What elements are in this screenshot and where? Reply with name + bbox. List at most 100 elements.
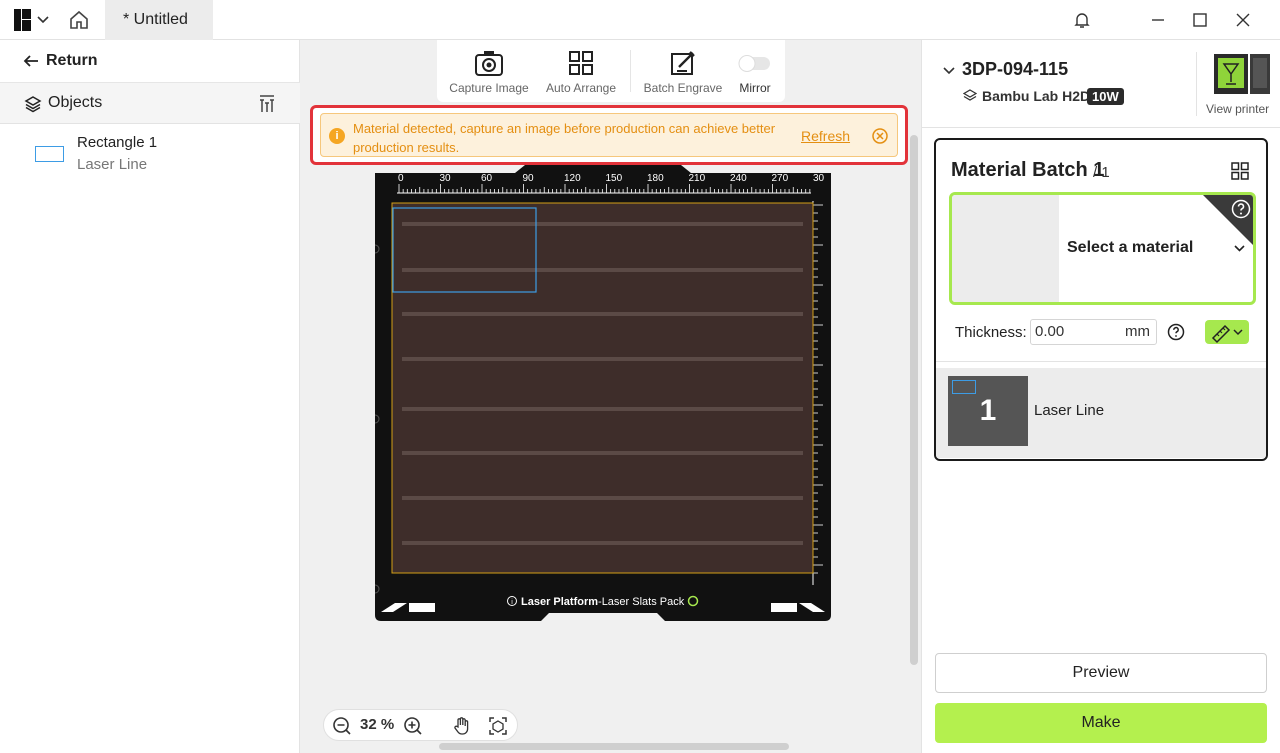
batch-object-row[interactable]: 1 Laser Line [936, 368, 1266, 458]
production-panel: 3DP-094-115 Bambu Lab H2D 10W View print… [921, 40, 1280, 753]
alert-banner: i Material detected, capture an image be… [320, 113, 898, 157]
close-window-icon[interactable] [1233, 10, 1253, 30]
laser-slat [402, 407, 803, 411]
object-number: 1 [979, 394, 997, 427]
material-swatch [952, 195, 1059, 302]
select-material-label: Select a material [1067, 239, 1194, 256]
title-bar: * Untitled [0, 0, 1280, 40]
hand-icon[interactable] [452, 716, 472, 736]
object-thumbnail: 1 [948, 376, 1028, 446]
material-alert: i Material detected, capture an image be… [310, 105, 908, 165]
mirror-toggle[interactable]: Mirror [731, 40, 779, 102]
laser-slat [402, 222, 803, 226]
laser-slat [402, 496, 803, 500]
warning-icon: i [329, 128, 345, 144]
list-item[interactable]: Rectangle 1 Laser Line [0, 132, 300, 176]
grid-icon [569, 51, 593, 75]
mirror-label: Mirror [739, 81, 771, 95]
laser-platform[interactable]: 0 30 60 90 120 150 180 210 240 270 30 i Laser Plat… [375, 165, 831, 625]
object-type: Laser Line [77, 156, 148, 173]
sort-icon[interactable] [258, 94, 276, 114]
zoom-out-icon[interactable] [332, 716, 352, 736]
camera-icon [475, 51, 503, 76]
object-name: Rectangle 1 [77, 134, 158, 151]
ruler-label: 150 [606, 173, 623, 184]
objects-panel: Return Objects Rectangle 1 Laser Line [0, 40, 300, 753]
return-label: Return [46, 52, 98, 69]
auto-arrange-label: Auto Arrange [545, 81, 617, 95]
measure-button[interactable] [1205, 320, 1249, 344]
capture-image-button[interactable]: Capture Image [445, 40, 533, 102]
laser-slat [402, 268, 803, 272]
return-button[interactable]: Return [0, 40, 300, 83]
layers-icon [963, 89, 977, 101]
vertical-scrollbar[interactable] [910, 135, 918, 665]
alert-message: Material detected, capture an image befo… [353, 121, 776, 155]
object-label: Laser Line [1034, 402, 1105, 419]
ruler-label: 30 [440, 173, 452, 184]
home-icon[interactable] [68, 9, 90, 31]
help-icon[interactable] [1231, 199, 1251, 219]
thickness-value: 0.00 [1035, 323, 1065, 340]
laser-slat [402, 451, 803, 455]
objects-header: Objects [0, 83, 300, 124]
batch-engrave-label: Batch Engrave [643, 81, 723, 95]
laser-slat [402, 312, 803, 316]
make-button[interactable]: Make [935, 703, 1267, 743]
ruler-label: 240 [730, 173, 747, 184]
preview-button[interactable]: Preview [935, 653, 1267, 693]
app-window: * Untitled Return Objects Rectangle 1 La… [0, 0, 1280, 753]
thickness-label: Thickness: [955, 324, 1027, 341]
chevron-down-icon[interactable] [942, 64, 956, 78]
material-selector[interactable]: Select a material [949, 192, 1256, 305]
printer-image-icon[interactable] [1212, 52, 1272, 96]
ruler-label: 210 [689, 173, 706, 184]
printer-name[interactable]: 3DP-094-115 [962, 59, 1068, 80]
close-alert-icon[interactable] [871, 127, 889, 145]
laser-slat [402, 357, 803, 361]
ruler-label: 270 [772, 173, 789, 184]
bell-icon[interactable] [1072, 10, 1092, 30]
platform-label: Laser Platform-Laser Slats Pack [521, 596, 685, 608]
batch-count: / 1 [1093, 164, 1110, 181]
refresh-link[interactable]: Refresh [801, 128, 850, 144]
engrave-icon [671, 51, 695, 75]
ruler-label: 30 [813, 173, 825, 184]
zoom-controls: 32 % [323, 709, 518, 741]
platform-pack: -Laser Slats Pack [598, 596, 685, 608]
batch-title: Material Batch 1 [951, 159, 1105, 181]
toolbar-divider [630, 50, 631, 92]
help-icon[interactable] [1167, 323, 1185, 341]
app-logo-icon[interactable] [14, 9, 54, 31]
minimize-icon[interactable] [1148, 10, 1168, 30]
layers-icon [24, 96, 42, 113]
ruler-icon [1211, 324, 1243, 344]
canvas-area: Capture Image Auto Arrange Batch Engrave… [300, 40, 921, 753]
batch-engrave-button[interactable]: Batch Engrave [639, 40, 727, 102]
thickness-unit: mm [1125, 323, 1150, 340]
printer-model: Bambu Lab H2D [982, 88, 1091, 104]
printer-header: 3DP-094-115 Bambu Lab H2D 10W View print… [922, 40, 1280, 128]
horizontal-scrollbar[interactable] [439, 743, 789, 750]
thickness-input[interactable]: 0.00 mm [1030, 319, 1157, 345]
fit-view-icon[interactable] [488, 716, 508, 736]
material-batch-card: Material Batch 1 / 1 Select a material T… [934, 138, 1268, 461]
canvas-toolbar: Capture Image Auto Arrange Batch Engrave… [437, 40, 785, 102]
toggle-icon [738, 55, 770, 72]
rectangle-icon [35, 146, 64, 162]
corner-marker [409, 603, 435, 612]
zoom-level: 32 % [360, 716, 395, 733]
auto-arrange-button[interactable]: Auto Arrange [539, 40, 623, 102]
power-badge: 10W [1087, 88, 1124, 105]
ruler-label: 60 [481, 173, 493, 184]
ruler-label: 0 [398, 173, 404, 184]
grid-icon[interactable] [1231, 162, 1249, 180]
objects-label: Objects [48, 94, 103, 111]
maximize-icon[interactable] [1190, 10, 1210, 30]
tab-untitled[interactable]: * Untitled [105, 0, 213, 40]
header-divider [1196, 52, 1197, 116]
capture-image-label: Capture Image [449, 81, 529, 95]
ruler-label: 180 [647, 173, 664, 184]
zoom-in-icon[interactable] [403, 716, 423, 736]
view-printer-link[interactable]: View printer [1206, 102, 1269, 116]
